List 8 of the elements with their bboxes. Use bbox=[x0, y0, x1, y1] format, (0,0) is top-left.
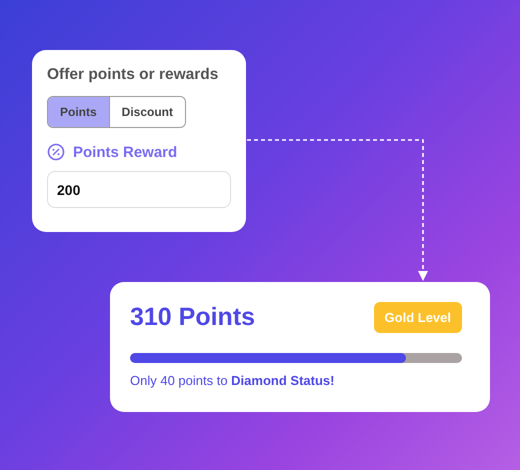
card-title: Offer points or rewards bbox=[47, 66, 220, 84]
points-input[interactable]: 200 bbox=[47, 171, 231, 208]
level-badge: Gold Level bbox=[374, 302, 462, 333]
field-label: Points Reward bbox=[73, 144, 178, 160]
points-total: 310 Points bbox=[130, 303, 256, 332]
progress-message: Only 40 points to Diamond Status! bbox=[130, 373, 336, 388]
percent-icon bbox=[47, 143, 65, 161]
segment-tab[interactable]: Points bbox=[48, 97, 110, 127]
